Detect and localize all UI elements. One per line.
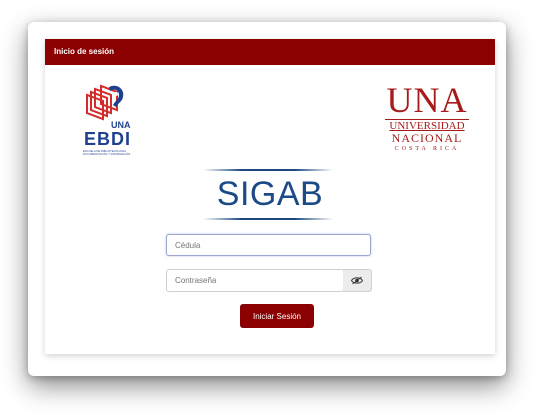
toggle-password-button[interactable] — [343, 269, 372, 292]
ebdi-text: EBDI — [84, 129, 132, 149]
una-logo-line3: COSTA RICA — [394, 146, 460, 152]
ebdi-subtitle: ESCUELA DE BIBLIOTECOLOGÍA DOCUMENTACIÓN… — [83, 150, 131, 157]
page-background: Inicio de sesión UNA EBDI ESCUELA DE BIB… — [0, 0, 553, 415]
una-logo-line2: NACIONAL — [391, 131, 463, 145]
ebdi-logo: UNA EBDI ESCUELA DE BIBLIOTECOLOGÍA DOCU… — [81, 83, 141, 159]
una-logo: UNA UNIVERSIDAD NACIONAL COSTA RICA — [381, 80, 473, 158]
una-logo-title: UNA — [386, 80, 468, 120]
password-input[interactable] — [166, 269, 344, 292]
login-header: Inicio de sesión — [45, 39, 495, 65]
login-button[interactable]: Iniciar Sesión — [240, 304, 314, 328]
login-title: Inicio de sesión — [54, 47, 115, 56]
sigab-bottom-divider — [203, 218, 333, 220]
cedula-input[interactable] — [166, 234, 371, 256]
eye-icon — [351, 276, 363, 285]
login-card: Inicio de sesión UNA EBDI ESCUELA DE BIB… — [45, 39, 495, 354]
app-title: SIGAB — [216, 175, 324, 213]
sigab-top-divider — [203, 169, 333, 171]
ebdi-emblem-icon — [86, 84, 124, 121]
